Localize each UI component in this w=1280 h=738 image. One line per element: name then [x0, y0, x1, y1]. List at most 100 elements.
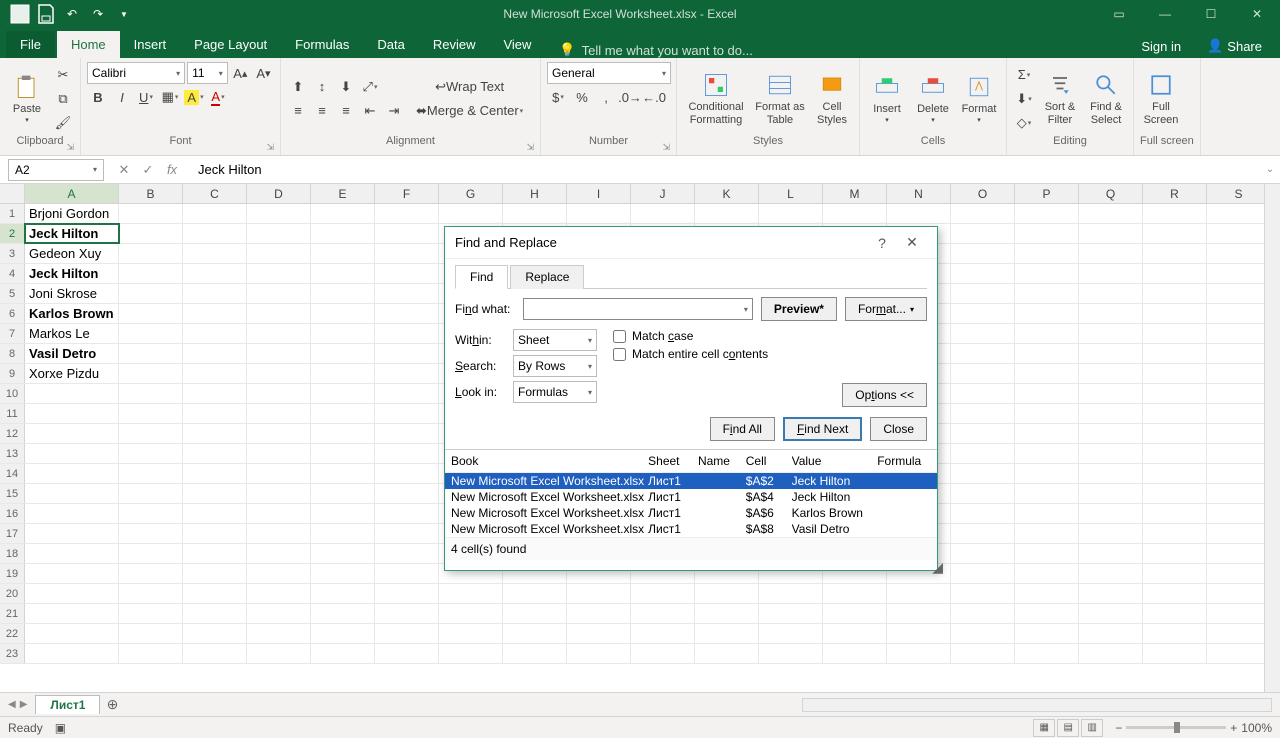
- cell[interactable]: [311, 324, 375, 343]
- cell[interactable]: [119, 484, 183, 503]
- cell[interactable]: [1207, 284, 1271, 303]
- cell[interactable]: [567, 604, 631, 623]
- cell[interactable]: [119, 544, 183, 563]
- cell[interactable]: [119, 524, 183, 543]
- cell[interactable]: [375, 464, 439, 483]
- orientation-icon[interactable]: ⤢: [359, 76, 381, 98]
- cell[interactable]: [25, 404, 119, 423]
- copy-icon[interactable]: ⧉: [52, 88, 74, 110]
- cell[interactable]: [887, 624, 951, 643]
- cell[interactable]: [25, 504, 119, 523]
- cell[interactable]: [1143, 204, 1207, 223]
- clear-icon[interactable]: ◇: [1013, 112, 1035, 134]
- cell[interactable]: [1207, 504, 1271, 523]
- options-button[interactable]: Options <<: [842, 383, 927, 407]
- paste-button[interactable]: Paste▾: [6, 66, 48, 132]
- cell[interactable]: [1015, 364, 1079, 383]
- maximize-icon[interactable]: ☐: [1188, 0, 1234, 28]
- cell[interactable]: [567, 644, 631, 663]
- cell[interactable]: [247, 544, 311, 563]
- cell[interactable]: [1207, 484, 1271, 503]
- cell[interactable]: [1207, 624, 1271, 643]
- cell[interactable]: [439, 604, 503, 623]
- cell[interactable]: [25, 564, 119, 583]
- cell[interactable]: [375, 344, 439, 363]
- cell[interactable]: [567, 624, 631, 643]
- cell[interactable]: [183, 204, 247, 223]
- cell[interactable]: [695, 644, 759, 663]
- cell[interactable]: [951, 204, 1015, 223]
- cell[interactable]: Joni Skrose: [25, 284, 119, 303]
- sheet-tab[interactable]: Лист1: [35, 695, 100, 714]
- cell[interactable]: Markos Le: [25, 324, 119, 343]
- cell[interactable]: [1207, 324, 1271, 343]
- cell[interactable]: [1143, 444, 1207, 463]
- tab-file[interactable]: File: [6, 31, 55, 58]
- cell[interactable]: [1143, 384, 1207, 403]
- cell[interactable]: Jeck Hilton: [25, 224, 119, 243]
- cell[interactable]: [951, 484, 1015, 503]
- cell[interactable]: [247, 204, 311, 223]
- cell[interactable]: [375, 304, 439, 323]
- launcher-icon[interactable]: ⇲: [526, 142, 534, 153]
- cell[interactable]: [951, 344, 1015, 363]
- row-header[interactable]: 11: [0, 404, 25, 423]
- cell[interactable]: [1079, 604, 1143, 623]
- select-all-corner[interactable]: [0, 184, 25, 203]
- cell[interactable]: [25, 584, 119, 603]
- cell[interactable]: [951, 644, 1015, 663]
- cell[interactable]: [1015, 284, 1079, 303]
- macro-record-icon[interactable]: ▣: [55, 721, 66, 735]
- cell[interactable]: [375, 264, 439, 283]
- decrease-font-icon[interactable]: A▾: [253, 62, 274, 84]
- cell[interactable]: [631, 604, 695, 623]
- cell[interactable]: [183, 644, 247, 663]
- cell[interactable]: [1015, 504, 1079, 523]
- cell[interactable]: [1207, 264, 1271, 283]
- zoom-out-icon[interactable]: −: [1115, 721, 1122, 735]
- cell[interactable]: Xorxe Pizdu: [25, 364, 119, 383]
- cell[interactable]: [1015, 204, 1079, 223]
- autosum-icon[interactable]: Σ: [1013, 64, 1035, 86]
- cell[interactable]: [1079, 424, 1143, 443]
- launcher-icon[interactable]: ⇲: [266, 142, 274, 153]
- cell[interactable]: [951, 224, 1015, 243]
- cell[interactable]: Karlos Brown: [25, 304, 119, 323]
- cell[interactable]: [1079, 624, 1143, 643]
- col-formula[interactable]: Formula: [877, 454, 931, 468]
- tab-insert[interactable]: Insert: [120, 31, 181, 58]
- cell[interactable]: [631, 624, 695, 643]
- cell-styles-button[interactable]: Cell Styles: [811, 66, 853, 132]
- cell[interactable]: [119, 504, 183, 523]
- column-header[interactable]: H: [503, 184, 567, 203]
- cell[interactable]: [375, 404, 439, 423]
- row-header[interactable]: 5: [0, 284, 25, 303]
- cell[interactable]: [375, 484, 439, 503]
- column-header[interactable]: A: [25, 184, 119, 203]
- row-header[interactable]: 21: [0, 604, 25, 623]
- cell[interactable]: [183, 224, 247, 243]
- cell[interactable]: [375, 364, 439, 383]
- cell[interactable]: [1079, 384, 1143, 403]
- format-as-table-button[interactable]: Format as Table: [753, 66, 807, 132]
- cell[interactable]: [247, 364, 311, 383]
- align-top-icon[interactable]: ⬆: [287, 76, 309, 98]
- column-header[interactable]: D: [247, 184, 311, 203]
- cell[interactable]: [1015, 484, 1079, 503]
- cell[interactable]: [1207, 364, 1271, 383]
- ribbon-options-icon[interactable]: ▭: [1096, 0, 1142, 28]
- cell[interactable]: [375, 444, 439, 463]
- cell[interactable]: [1015, 524, 1079, 543]
- cell[interactable]: [183, 384, 247, 403]
- cell[interactable]: [1207, 604, 1271, 623]
- cell[interactable]: [247, 644, 311, 663]
- sign-in-link[interactable]: Sign in: [1131, 35, 1191, 58]
- cell[interactable]: [1207, 244, 1271, 263]
- cell[interactable]: [631, 644, 695, 663]
- cell[interactable]: [951, 424, 1015, 443]
- cell[interactable]: [119, 364, 183, 383]
- cell[interactable]: [951, 364, 1015, 383]
- tell-me-search[interactable]: 💡Tell me what you want to do...: [545, 42, 1131, 58]
- cell[interactable]: Jeck Hilton: [25, 264, 119, 283]
- add-sheet-icon[interactable]: ⊕: [100, 696, 124, 713]
